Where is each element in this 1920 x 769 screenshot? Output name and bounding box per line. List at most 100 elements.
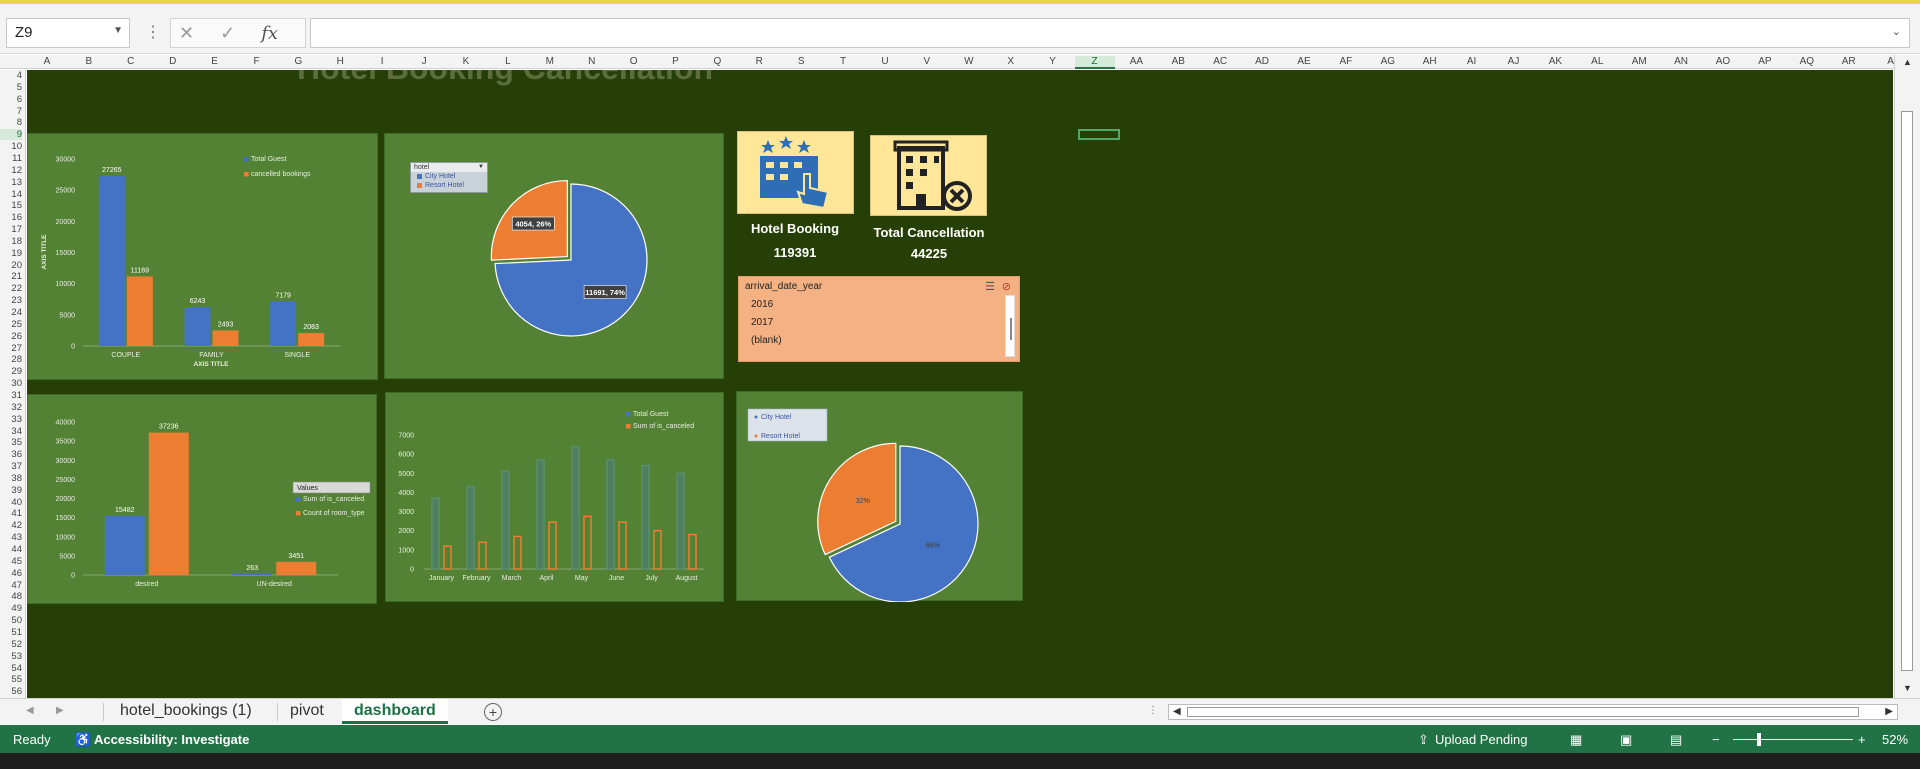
column-header[interactable]: N (572, 56, 612, 67)
expand-formula-icon[interactable]: ⌄ (1892, 25, 1901, 38)
column-header[interactable]: AF (1326, 56, 1366, 67)
column-header[interactable]: AJ (1494, 56, 1534, 67)
column-header[interactable]: AP (1745, 56, 1785, 67)
dashboard-sheet[interactable]: Hotel Booking Cancellation 0500010000150… (27, 70, 1893, 698)
arrival-year-slicer[interactable]: arrival_date_year ☰ ⊘ 2016 2017 (blank) (738, 276, 1020, 362)
row-header[interactable]: 36 (0, 449, 22, 460)
row-header[interactable]: 10 (0, 141, 22, 152)
page-layout-icon[interactable]: ▣ (1620, 732, 1632, 748)
tab-splitter-icon[interactable]: ⋮ (1148, 705, 1158, 716)
row-header[interactable]: 5 (0, 82, 22, 93)
column-header[interactable]: AO (1703, 56, 1743, 67)
column-header[interactable]: O (614, 56, 654, 67)
row-header[interactable]: 21 (0, 271, 22, 282)
column-header[interactable]: R (739, 56, 779, 67)
row-header[interactable]: 23 (0, 295, 22, 306)
row-header[interactable]: 31 (0, 390, 22, 401)
row-header[interactable]: 25 (0, 319, 22, 330)
column-header[interactable]: AL (1577, 56, 1617, 67)
column-header[interactable]: H (320, 56, 360, 67)
column-header[interactable]: AA (1116, 56, 1156, 67)
zoom-out-icon[interactable]: − (1712, 732, 1720, 747)
row-header[interactable]: 13 (0, 177, 22, 188)
row-header[interactable]: 35 (0, 437, 22, 448)
row-header[interactable]: 39 (0, 485, 22, 496)
row-header[interactable]: 30 (0, 378, 22, 389)
column-header[interactable]: AR (1829, 56, 1869, 67)
column-header[interactable]: E (195, 56, 235, 67)
cancel-icon[interactable]: ✕ (179, 23, 194, 44)
row-header[interactable]: 55 (0, 674, 22, 685)
tab-prev-icon[interactable]: ◀ (26, 705, 34, 716)
page-break-icon[interactable]: ▤ (1670, 732, 1682, 748)
row-header[interactable]: 18 (0, 236, 22, 247)
upload-status[interactable]: Upload Pending (1435, 732, 1528, 747)
row-header[interactable]: 45 (0, 556, 22, 567)
zoom-level[interactable]: 52% (1882, 732, 1908, 747)
column-header[interactable]: C (111, 56, 151, 67)
chevron-down-icon[interactable]: ▼ (113, 25, 123, 36)
column-header[interactable]: AC (1200, 56, 1240, 67)
column-header[interactable]: L (488, 56, 528, 67)
row-header[interactable]: 38 (0, 473, 22, 484)
row-header[interactable]: 17 (0, 224, 22, 235)
row-header[interactable]: 22 (0, 283, 22, 294)
row-header[interactable]: 48 (0, 591, 22, 602)
row-header[interactable]: 9 (0, 129, 22, 141)
row-header[interactable]: 40 (0, 497, 22, 508)
monthly-chart-panel[interactable]: 0 1000 2000 3000 4000 5000 6000 7000 January Febr… (385, 392, 724, 602)
column-header[interactable]: W (949, 56, 989, 67)
scroll-left-icon[interactable]: ◀ (1173, 706, 1181, 717)
scroll-right-icon[interactable]: ▶ (1885, 706, 1893, 717)
horizontal-scroll-thumb[interactable] (1187, 707, 1859, 717)
accessibility-status[interactable]: Accessibility: Investigate (94, 732, 249, 747)
row-header[interactable]: 56 (0, 686, 22, 697)
column-header[interactable]: S (781, 56, 821, 67)
slicer-item-2017[interactable]: 2017 (751, 317, 773, 328)
more-options-icon[interactable]: ⋮ (145, 22, 161, 42)
row-header[interactable]: 33 (0, 414, 22, 425)
row-header[interactable]: 47 (0, 580, 22, 591)
column-header[interactable]: AG (1368, 56, 1408, 67)
zoom-slider[interactable] (1733, 739, 1853, 740)
vertical-scrollbar[interactable]: ▲ ▼ (1894, 55, 1920, 698)
column-header[interactable]: I (362, 56, 402, 67)
tab-next-icon[interactable]: ▶ (56, 705, 64, 716)
column-header[interactable]: AI (1452, 56, 1492, 67)
column-header[interactable]: Z (1074, 56, 1115, 69)
row-header[interactable]: 24 (0, 307, 22, 318)
tab-dashboard[interactable]: dashboard (342, 699, 448, 724)
row-header[interactable]: 50 (0, 615, 22, 626)
normal-view-icon[interactable]: ▦ (1570, 732, 1582, 748)
hotel-pie-panel[interactable]: hotel ▼ City Hotel Resort Hotel 11691, 7… (384, 133, 724, 379)
scroll-up-icon[interactable]: ▲ (1903, 57, 1912, 67)
column-header[interactable]: AN (1661, 56, 1701, 67)
insert-function-icon[interactable]: fx (261, 23, 278, 44)
name-box[interactable]: Z9 ▼ (6, 18, 130, 48)
column-header[interactable]: X (991, 56, 1031, 67)
scroll-down-icon[interactable]: ▼ (1903, 683, 1912, 693)
row-header[interactable]: 8 (0, 117, 22, 128)
column-header[interactable]: AE (1284, 56, 1324, 67)
selected-cell[interactable] (1078, 129, 1120, 140)
column-header[interactable]: G (278, 56, 318, 67)
row-header[interactable]: 51 (0, 627, 22, 638)
column-header[interactable]: AD (1242, 56, 1282, 67)
row-header[interactable]: 12 (0, 165, 22, 176)
row-header[interactable]: 11 (0, 153, 22, 164)
slicer-item-2016[interactable]: 2016 (751, 299, 773, 310)
column-header[interactable]: Y (1033, 56, 1073, 67)
row-header[interactable]: 46 (0, 568, 22, 579)
column-header[interactable]: P (656, 56, 696, 67)
guest-type-chart-panel[interactable]: 0 5000 10000 15000 20000 25000 30000 COUPLE 2726… (27, 133, 378, 380)
row-header[interactable]: 42 (0, 520, 22, 531)
row-header[interactable]: 7 (0, 106, 22, 117)
column-header[interactable]: AK (1535, 56, 1575, 67)
row-header[interactable]: 32 (0, 402, 22, 413)
column-header[interactable]: Q (697, 56, 737, 67)
column-header[interactable]: D (153, 56, 193, 67)
row-header[interactable]: 28 (0, 354, 22, 365)
row-header[interactable]: 26 (0, 331, 22, 342)
column-header[interactable]: K (446, 56, 486, 67)
row-header[interactable]: 27 (0, 343, 22, 354)
